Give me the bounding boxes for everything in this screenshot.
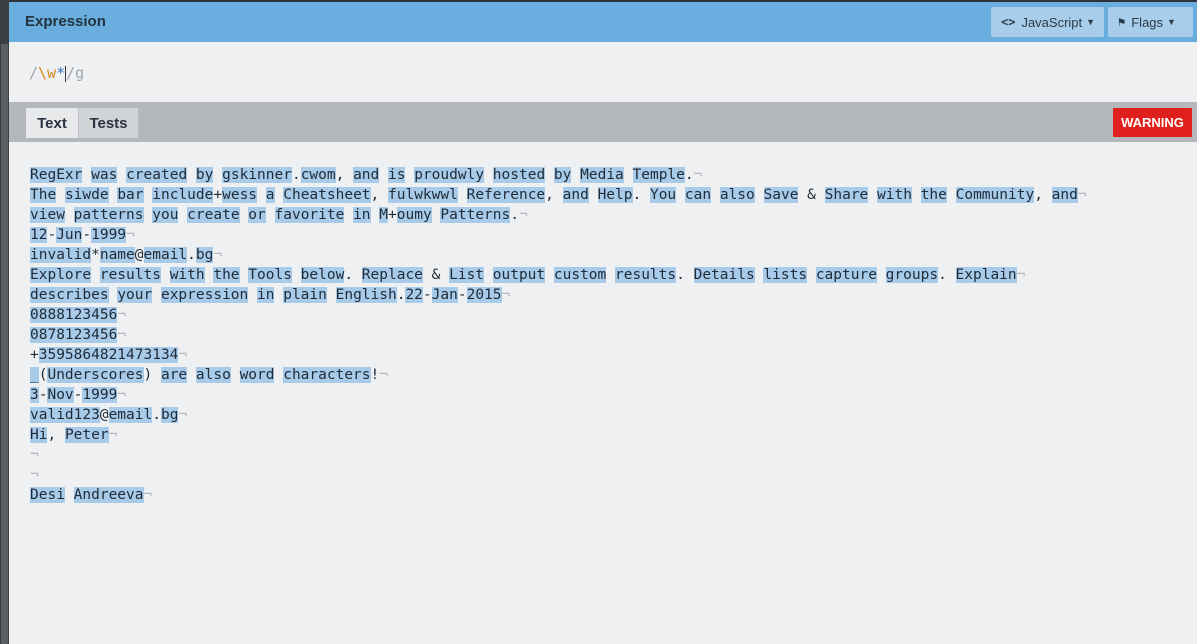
flags-text[interactable]: g	[75, 64, 84, 82]
close-delimiter: /	[66, 64, 76, 82]
text-line: ¬	[30, 465, 1087, 485]
line-end-marker: ¬	[178, 407, 188, 423]
line-end-marker: ¬	[379, 367, 388, 383]
text-line: invalid*name@email.bg¬	[30, 247, 223, 263]
line-end-marker: ¬	[693, 167, 703, 183]
text-line: valid123@email.bg¬	[30, 407, 188, 423]
line-end-marker: ¬	[30, 467, 39, 483]
text-line: +3595864821473134¬	[30, 347, 188, 363]
flags-label: Flags	[1131, 14, 1164, 30]
text-line: 3-Nov-1999¬	[30, 387, 127, 403]
text-line: _(Underscores) are also word characters!…	[30, 367, 388, 383]
line-end-marker: ¬	[117, 307, 127, 323]
text-line: RegExr was created by gskinner.cwom, and…	[30, 167, 703, 183]
tab-text[interactable]: Text	[26, 108, 78, 138]
regex-editor: Expression <> JavaScript ▼ ⚑ Flags ▼ /\w…	[9, 0, 1197, 644]
text-line: describes your expression in plain Engli…	[30, 287, 511, 303]
line-end-marker: ¬	[1016, 267, 1026, 283]
text-line: 0878123456¬	[30, 327, 127, 343]
text-line: The siwde bar include+wess a Cheatsheet,…	[30, 187, 1087, 203]
text-line: 0888123456¬	[30, 307, 127, 323]
line-end-marker: ¬	[108, 427, 118, 443]
expression-input[interactable]: /\w*/g	[9, 42, 1197, 102]
flavor-label: JavaScript	[1021, 14, 1083, 30]
flags-button[interactable]: ⚑ Flags ▼	[1108, 7, 1193, 37]
test-text-area[interactable]: RegExr was created by gskinner.cwom, and…	[9, 144, 1197, 644]
line-end-marker: ¬	[117, 327, 127, 343]
line-end-marker: ¬	[126, 227, 135, 243]
line-end-marker: ¬	[30, 447, 39, 463]
line-end-marker: ¬	[117, 387, 127, 403]
left-scrollbar-thumb[interactable]	[1, 44, 8, 644]
expression-title: Expression	[25, 13, 106, 30]
caret-down-icon: ▼	[1167, 17, 1176, 27]
flavor-button[interactable]: <> JavaScript ▼	[991, 7, 1104, 37]
tabs-bar: Text Tests WARNING	[9, 102, 1197, 142]
open-delimiter: /	[29, 64, 39, 82]
code-brackets-icon: <>	[1001, 15, 1016, 29]
caret-down-icon: ▼	[1086, 17, 1096, 27]
text-line: ¬	[30, 445, 1087, 465]
expression-text[interactable]: /\w*/g	[29, 64, 84, 82]
line-end-marker: ¬	[518, 207, 528, 223]
line-end-marker: ¬	[178, 347, 188, 363]
text-line: view patterns you create or favorite in …	[30, 207, 528, 223]
line-end-marker: ¬	[501, 287, 511, 303]
text-lines[interactable]: RegExr was created by gskinner.cwom, and…	[30, 165, 1087, 505]
text-line: Hi, Peter¬	[30, 427, 118, 443]
line-end-marker: ¬	[1077, 187, 1087, 203]
line-end-marker: ¬	[143, 487, 153, 503]
text-line: 12-Jun-1999¬	[30, 227, 135, 243]
pattern-escape: \w	[38, 64, 57, 82]
expression-header: Expression <> JavaScript ▼ ⚑ Flags ▼	[9, 2, 1197, 42]
pattern-quantifier: *	[56, 64, 66, 82]
tab-tests[interactable]: Tests	[78, 108, 138, 138]
line-end-marker: ¬	[213, 247, 223, 263]
left-scrollbar[interactable]	[0, 0, 9, 644]
warning-badge[interactable]: WARNING	[1113, 108, 1192, 137]
flag-icon: ⚑	[1118, 15, 1126, 29]
text-line: Desi Andreeva¬	[30, 487, 153, 503]
text-line: Explore results with the Tools below. Re…	[30, 267, 1026, 283]
